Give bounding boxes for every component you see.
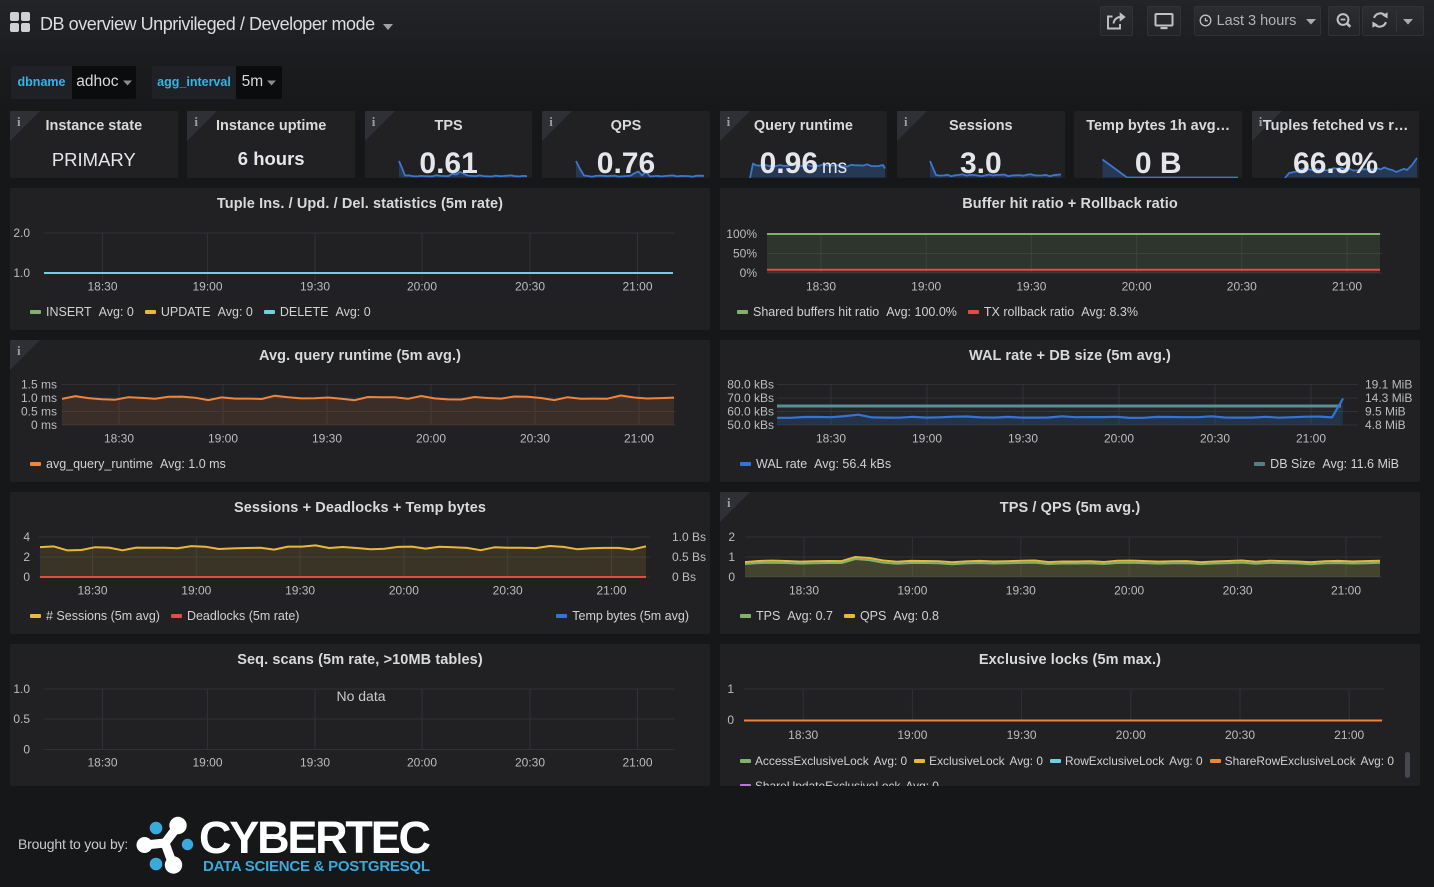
svg-text:2.0: 2.0 xyxy=(13,226,30,240)
svg-text:20:30: 20:30 xyxy=(1225,728,1255,742)
svg-text:21:00: 21:00 xyxy=(1296,432,1326,446)
svg-text:20:30: 20:30 xyxy=(493,584,523,598)
svg-text:19:00: 19:00 xyxy=(181,584,211,598)
svg-text:1.0 ms: 1.0 ms xyxy=(21,391,57,405)
svg-text:18:30: 18:30 xyxy=(788,728,818,742)
svg-text:0 ms: 0 ms xyxy=(31,418,57,432)
svg-text:20:00: 20:00 xyxy=(1122,280,1152,294)
svg-text:0.5 ms: 0.5 ms xyxy=(21,405,57,419)
svg-text:19:30: 19:30 xyxy=(1006,584,1036,598)
svg-text:14.3 MiB: 14.3 MiB xyxy=(1365,391,1412,405)
svg-text:18:30: 18:30 xyxy=(77,584,107,598)
svg-text:18:30: 18:30 xyxy=(87,756,117,770)
svg-text:20:30: 20:30 xyxy=(1200,432,1230,446)
svg-text:1.0: 1.0 xyxy=(13,682,30,696)
svg-text:19:30: 19:30 xyxy=(300,280,330,294)
svg-text:1: 1 xyxy=(727,682,734,696)
svg-text:DATA SCIENCE & POSTGRESQL: DATA SCIENCE & POSTGRESQL xyxy=(203,858,430,875)
svg-text:19:30: 19:30 xyxy=(312,432,342,446)
svg-text:20:30: 20:30 xyxy=(520,432,550,446)
svg-text:60.0 kBs: 60.0 kBs xyxy=(727,405,774,419)
svg-text:21:00: 21:00 xyxy=(596,584,626,598)
svg-text:21:00: 21:00 xyxy=(1332,280,1362,294)
svg-text:100%: 100% xyxy=(726,227,757,241)
svg-text:4: 4 xyxy=(23,530,30,544)
svg-text:19:00: 19:00 xyxy=(897,728,927,742)
svg-text:0: 0 xyxy=(23,570,30,584)
svg-text:18:30: 18:30 xyxy=(104,432,134,446)
svg-text:No data: No data xyxy=(336,688,385,704)
svg-text:1.0 Bs: 1.0 Bs xyxy=(672,530,706,544)
svg-text:19:00: 19:00 xyxy=(192,756,222,770)
svg-text:19:30: 19:30 xyxy=(1007,728,1037,742)
svg-text:20:00: 20:00 xyxy=(407,280,437,294)
svg-text:19:00: 19:00 xyxy=(192,280,222,294)
svg-text:20:00: 20:00 xyxy=(1116,728,1146,742)
svg-text:21:00: 21:00 xyxy=(622,280,652,294)
svg-text:19:00: 19:00 xyxy=(208,432,238,446)
svg-text:50.0 kBs: 50.0 kBs xyxy=(727,418,774,432)
svg-text:18:30: 18:30 xyxy=(816,432,846,446)
svg-text:20:00: 20:00 xyxy=(1114,584,1144,598)
svg-text:18:30: 18:30 xyxy=(87,280,117,294)
svg-text:19:30: 19:30 xyxy=(1008,432,1038,446)
svg-text:80.0 kBs: 80.0 kBs xyxy=(727,378,774,392)
svg-text:1: 1 xyxy=(728,550,735,564)
svg-text:2: 2 xyxy=(728,530,735,544)
svg-text:19.1 MiB: 19.1 MiB xyxy=(1365,378,1412,392)
svg-text:21:00: 21:00 xyxy=(1331,584,1361,598)
svg-text:19:00: 19:00 xyxy=(912,432,942,446)
svg-text:20:30: 20:30 xyxy=(515,756,545,770)
svg-text:9.5 MiB: 9.5 MiB xyxy=(1365,405,1406,419)
svg-text:1.5 ms: 1.5 ms xyxy=(21,378,57,392)
svg-text:1.0: 1.0 xyxy=(13,266,30,280)
svg-text:21:00: 21:00 xyxy=(624,432,654,446)
svg-text:18:30: 18:30 xyxy=(789,584,819,598)
svg-text:2: 2 xyxy=(23,550,30,564)
svg-text:0: 0 xyxy=(23,743,30,757)
svg-text:21:00: 21:00 xyxy=(1334,728,1364,742)
svg-text:0.5 Bs: 0.5 Bs xyxy=(672,550,706,564)
svg-text:19:30: 19:30 xyxy=(1016,280,1046,294)
svg-text:20:30: 20:30 xyxy=(1223,584,1253,598)
svg-text:18:30: 18:30 xyxy=(806,280,836,294)
svg-text:50%: 50% xyxy=(733,247,757,261)
svg-text:19:00: 19:00 xyxy=(897,584,927,598)
svg-text:19:30: 19:30 xyxy=(285,584,315,598)
svg-text:19:30: 19:30 xyxy=(300,756,330,770)
svg-text:0 Bs: 0 Bs xyxy=(672,570,696,584)
svg-text:0%: 0% xyxy=(740,266,758,280)
svg-text:21:00: 21:00 xyxy=(622,756,652,770)
svg-text:20:30: 20:30 xyxy=(1227,280,1257,294)
svg-text:0.5: 0.5 xyxy=(13,712,30,726)
svg-text:70.0 kBs: 70.0 kBs xyxy=(727,391,774,405)
svg-text:19:00: 19:00 xyxy=(911,280,941,294)
svg-text:20:00: 20:00 xyxy=(1104,432,1134,446)
svg-text:20:30: 20:30 xyxy=(515,280,545,294)
svg-text:0: 0 xyxy=(727,713,734,727)
svg-text:20:00: 20:00 xyxy=(407,756,437,770)
svg-text:20:00: 20:00 xyxy=(416,432,446,446)
svg-text:CYBERTEC: CYBERTEC xyxy=(199,814,431,863)
svg-text:0: 0 xyxy=(728,570,735,584)
svg-text:20:00: 20:00 xyxy=(389,584,419,598)
svg-text:4.8 MiB: 4.8 MiB xyxy=(1365,418,1406,432)
